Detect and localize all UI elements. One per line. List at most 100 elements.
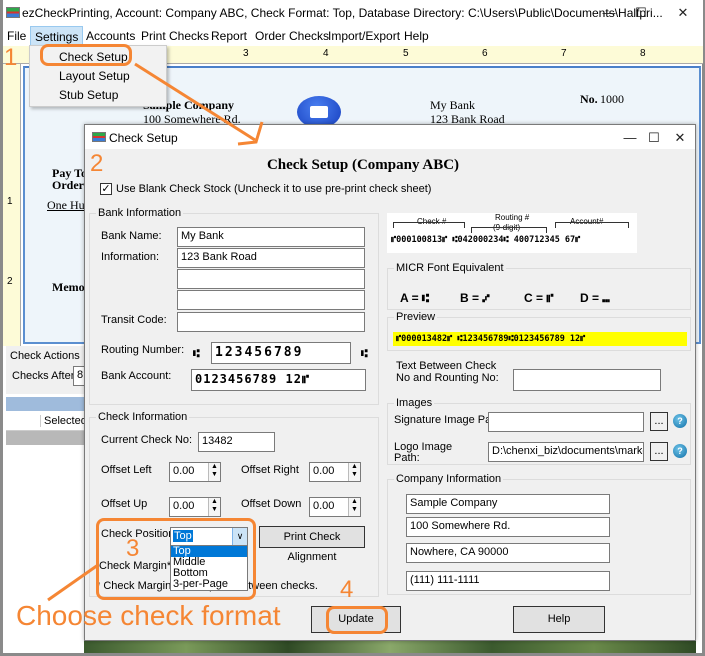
annotation-box-step3 [96,518,256,600]
offset-left-spinner[interactable]: 0.00 ▲ ▼ [169,462,221,482]
memo-label: Memo [52,280,85,294]
spin-arrows-icon[interactable]: ▲ ▼ [348,463,360,481]
spin-arrows-icon[interactable]: ▲ ▼ [208,498,220,516]
bank-info-group: Bank Information Bank Name: My Bank Info… [89,207,379,405]
routing-label: Routing Number: [101,344,185,356]
maximize-icon[interactable]: ☐ [626,3,656,23]
menu-order-checks[interactable]: Order Checks [255,29,329,43]
check-no-label: No. [580,92,598,106]
group-label: Check Information [96,411,190,423]
group-label: Images [394,397,435,409]
transit-code-label: Transit Code: [101,314,167,326]
bank-account-label: Bank Account: [101,370,172,382]
logo-browse-button[interactable]: ... [650,442,668,461]
offset-up-spinner[interactable]: 0.00 ▲ ▼ [169,497,221,517]
grid-body [6,431,88,445]
menu-print-checks[interactable]: Print Checks [141,29,209,43]
micr-preview: ⑈000013482⑈ ⑆123456789⑆0123456789 12⑈ [393,332,687,346]
information-input-1[interactable]: 123 Bank Road [177,248,365,268]
micr-c: C = ⑈ [524,291,554,305]
menu-bar: File Settings Accounts Print Checks Repo… [3,26,703,46]
information-input-3[interactable] [177,290,365,310]
current-check-input[interactable]: 13482 [198,432,275,452]
annotation-box-step4 [326,606,388,634]
spin-arrows-icon[interactable]: ▲ ▼ [348,498,360,516]
signature-path-input[interactable] [488,412,644,432]
logo-path-input[interactable]: D:\chenxi_biz\documents\marketing [488,442,644,462]
check-actions-label: Check Actions [10,350,80,362]
annotation-box-step1 [40,44,132,66]
information-input-2[interactable] [177,269,365,289]
spin-arrows-icon[interactable]: ▲ ▼ [208,463,220,481]
help-icon[interactable]: ? [673,414,687,428]
offset-left-label: Offset Left [101,464,152,476]
group-label: Company Information [394,473,504,485]
logo-label-2: Path: [394,452,420,464]
company-city-input[interactable]: Nowhere, CA 90000 [406,543,610,563]
check-no: 1000 [600,92,624,106]
dialog-title: Check Setup [109,131,178,145]
ruler-mark: 6 [482,48,488,59]
ruler-mark: 7 [561,48,567,59]
offset-right-value: 0.00 [313,465,335,477]
group-label: MICR Font Equivalent [394,262,506,274]
use-blank-stock-checkbox[interactable]: ✓ [100,183,112,195]
use-blank-stock-label: Use Blank Check Stock (Uncheck it to use… [116,183,432,195]
bank-name-label: Bank Name: [101,230,162,242]
company-info-group: Company Information Sample Company 100 S… [387,473,691,595]
ruler-mark: 4 [323,48,329,59]
menu-help[interactable]: Help [404,29,429,43]
annotation-step1: 1 [4,44,18,71]
ruler-left: 1 2 3 [3,64,21,365]
routing-suffix-symbol: ⑆ [361,348,368,360]
micr-font-group: MICR Font Equivalent A = ⑆ B = ⑇ C = ⑈ D… [387,262,691,310]
check-actions-panel: Check Actions Checks After: 8 [6,346,93,394]
menu-import-export[interactable]: Import/Export [328,29,400,43]
close-icon[interactable]: ✕ [665,128,695,148]
minimize-icon[interactable]: — [594,3,624,23]
company-address-input[interactable]: 100 Somewhere Rd. [406,517,610,537]
menu-report[interactable]: Report [211,29,247,43]
routing-prefix-symbol: ⑆ [193,348,200,360]
menu-item-stub-setup[interactable]: Stub Setup [59,88,118,102]
offset-down-spinner[interactable]: 0.00 ▲ ▼ [309,497,361,517]
bank-name-input[interactable]: My Bank [177,227,365,247]
print-check-alignment-button[interactable]: Print Check Alignment [259,526,365,563]
information-label: Information: [101,251,160,263]
micr-a: A = ⑆ [400,291,430,305]
annotation-step3: 3 [126,535,140,562]
offset-down-value: 0.00 [313,500,335,512]
transit-code-input[interactable] [177,312,365,332]
checks-after-label: Checks After: [12,370,78,382]
app-icon [92,132,106,142]
micr-diagram: Check # Routing # (9-digit) Account# ⑈00… [387,213,637,253]
grid-column-selected[interactable]: Selected [40,415,87,427]
title-bar: ezCheckPrinting, Account: Company ABC, C… [3,0,703,26]
dialog-title-bar: Check Setup — ☐ ✕ [85,125,695,149]
menu-file[interactable]: File [7,29,26,43]
micr-d: D = ⑉ [580,291,610,305]
ruler-mark: 2 [7,276,13,287]
dialog-heading: Check Setup (Company ABC) [266,157,460,173]
menu-accounts[interactable]: Accounts [86,29,135,43]
app-icon [6,7,20,18]
routing-number-input[interactable]: 123456789 [211,342,351,364]
micr-routing-label: Routing # [495,213,530,222]
signature-browse-button[interactable]: ... [650,412,668,431]
close-icon[interactable]: ✕ [668,3,698,23]
company-name-input[interactable]: Sample Company [406,494,610,514]
micr-b: B = ⑇ [460,291,490,305]
menu-item-layout-setup[interactable]: Layout Setup [59,69,130,83]
help-button[interactable]: Help [513,606,605,633]
bank-account-input[interactable]: 0123456789 12⑈ [191,369,366,391]
offset-right-spinner[interactable]: 0.00 ▲ ▼ [309,462,361,482]
text-between-input[interactable] [513,369,661,391]
grid-header: Selected [6,411,88,431]
group-label: Preview [394,311,438,323]
offset-right-label: Offset Right [241,464,299,476]
company-phone-input[interactable]: (111) 111-1111 [406,571,610,591]
menu-settings[interactable]: Settings [30,26,84,46]
offset-left-value: 0.00 [173,465,195,477]
help-icon[interactable]: ? [673,444,687,458]
text-between-label-2: No and Rounting No: [396,372,499,384]
